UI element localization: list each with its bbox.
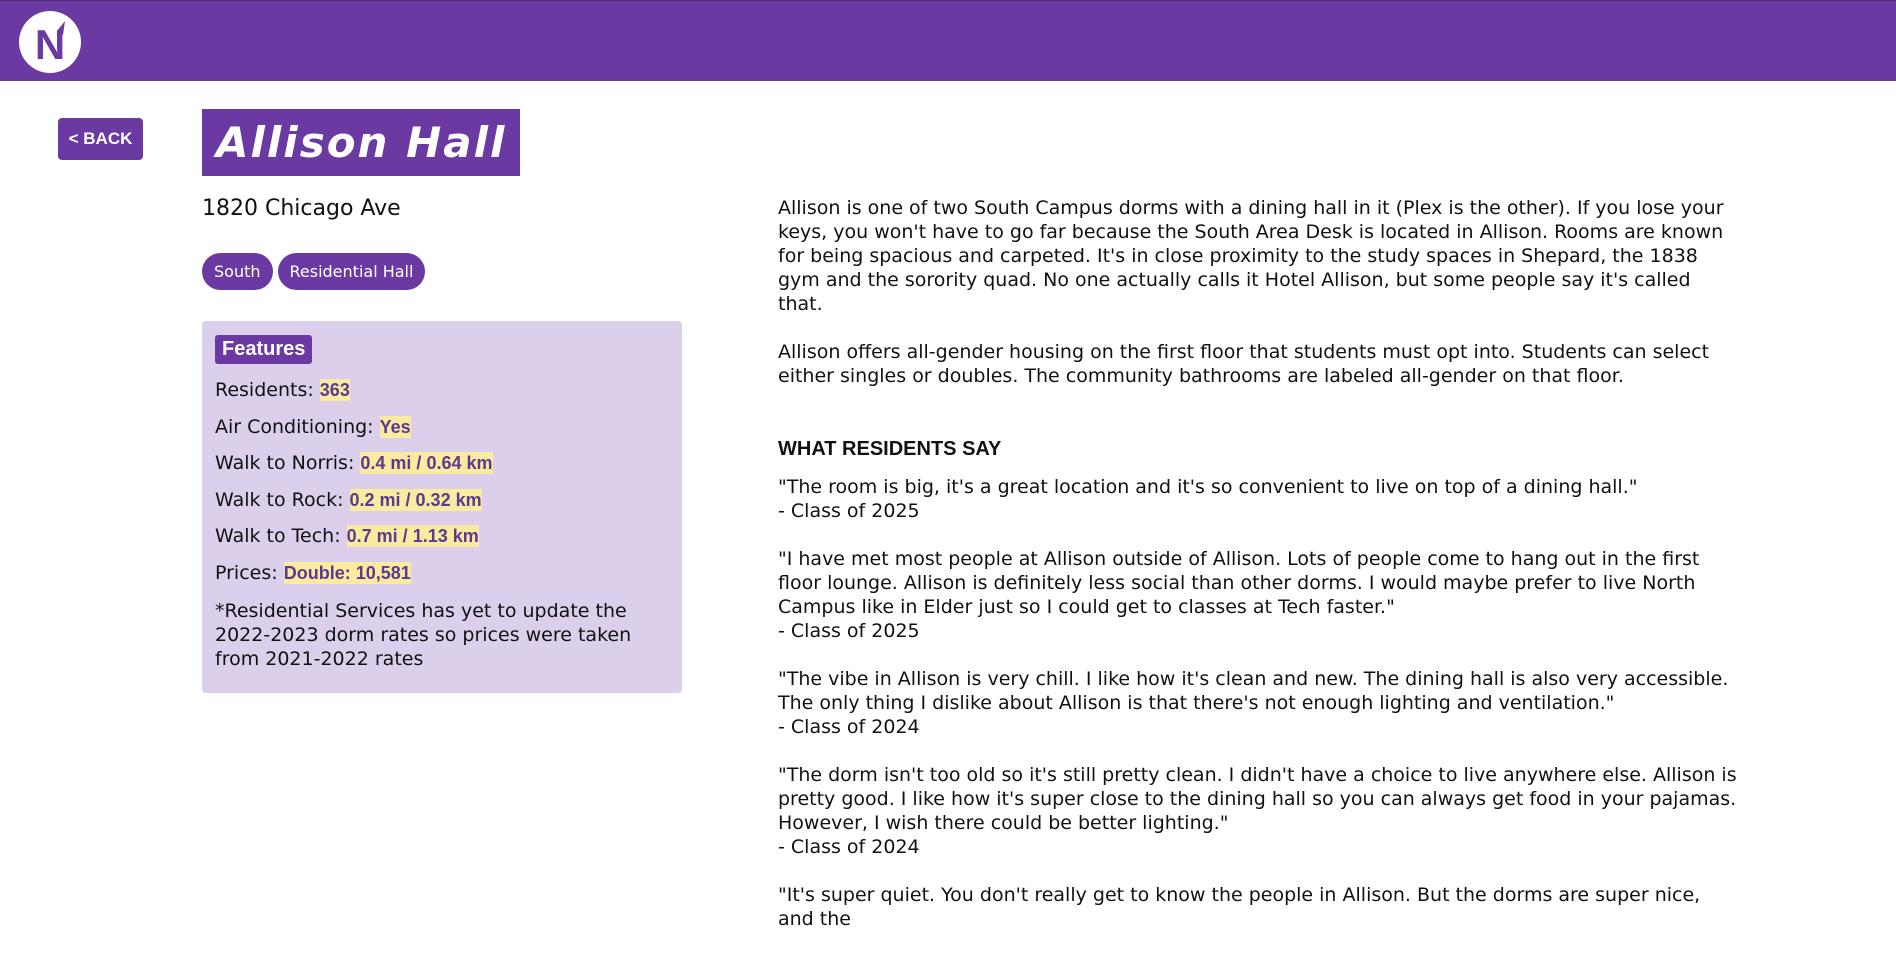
review-item: "The dorm isn't too old so it's still pr… [778, 763, 1738, 859]
review-author: - Class of 2025 [778, 620, 920, 642]
feature-value: 0.4 mi / 0.64 km [360, 452, 493, 474]
review-text: "I have met most people at Allison outsi… [778, 548, 1700, 618]
description-paragraph: Allison offers all-gender housing on the… [778, 341, 1710, 387]
price-note: *Residential Services has yet to update … [215, 600, 632, 670]
feature-label: Walk to Tech: [215, 525, 347, 547]
northwestern-n-logo-icon[interactable]: N [19, 11, 81, 73]
tag-residential-hall[interactable]: Residential Hall [277, 253, 426, 290]
feature-label: Air Conditioning: [215, 415, 380, 438]
review-text: "The vibe in Allison is very chill. I li… [778, 668, 1729, 714]
feature-value: 0.7 mi / 1.13 km [346, 525, 479, 547]
back-button[interactable]: < BACK [58, 118, 143, 160]
feature-walk-tech: Walk to Tech: 0.7 mi / 1.13 km [215, 518, 669, 555]
review-item: "The room is big, it's a great location … [778, 475, 1738, 523]
feature-label: Walk to Rock: [215, 488, 350, 511]
feature-walk-rock: Walk to Rock: 0.2 mi / 0.32 km [215, 482, 669, 519]
dorm-title-box: Allison Hall [202, 109, 521, 176]
review-author: - Class of 2024 [778, 716, 920, 738]
review-author: - Class of 2025 [778, 500, 920, 522]
review-text: "It's super quiet. You don't really get … [778, 884, 1701, 930]
feature-prices: Prices: Double: 10,581 [215, 555, 669, 592]
tag-south[interactable]: South [202, 253, 273, 290]
review-item: "It's super quiet. You don't really get … [778, 883, 1738, 931]
feature-value: Yes [379, 415, 411, 438]
features-panel: Features Residents: 363 Air Conditioning… [202, 321, 682, 693]
review-item: "I have met most people at Allison outsi… [778, 547, 1738, 643]
review-author: - Class of 2024 [778, 836, 920, 858]
main-content: Allison is one of two South Campus dorms… [778, 196, 1738, 955]
page-title: Allison Hall [216, 118, 507, 167]
feature-walk-norris: Walk to Norris: 0.4 mi / 0.64 km [215, 445, 669, 482]
feature-air-conditioning: Air Conditioning: Yes [215, 409, 669, 446]
dorm-address: 1820 Chicago Ave [202, 196, 401, 221]
feature-value: Double: 10,581 [283, 561, 411, 584]
feature-value: 363 [319, 379, 350, 401]
review-text: "The room is big, it's a great location … [778, 476, 1638, 498]
description-paragraph: Allison is one of two South Campus dorms… [778, 197, 1724, 315]
feature-label: Residents: [215, 379, 320, 401]
top-navigation-bar: N [0, 0, 1896, 81]
review-item: "The vibe in Allison is very chill. I li… [778, 667, 1738, 739]
feature-label: Walk to Norris: [215, 452, 361, 474]
feature-value: 0.2 mi / 0.32 km [349, 488, 482, 511]
feature-residents: Residents: 363 [215, 372, 669, 409]
feature-label: Prices: [215, 561, 284, 584]
review-text: "The dorm isn't too old so it's still pr… [778, 764, 1737, 834]
reviews-heading: WHAT RESIDENTS SAY [778, 438, 1002, 460]
tag-list: South Residential Hall [202, 253, 426, 290]
features-title: Features [215, 335, 313, 364]
